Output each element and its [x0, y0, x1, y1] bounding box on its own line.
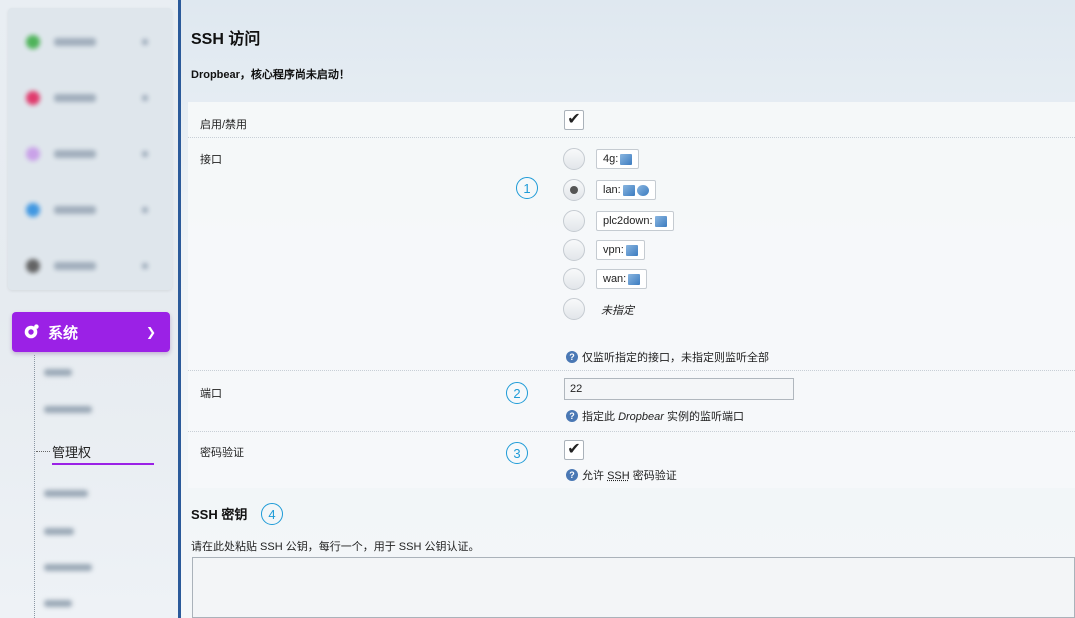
unspecified-label: 未指定: [601, 305, 634, 317]
submenu-item-blurred[interactable]: [44, 488, 88, 498]
submenu-item-blurred[interactable]: [44, 404, 92, 414]
enable-checkbox[interactable]: ✔: [564, 110, 584, 130]
settings-icon: [26, 203, 40, 217]
sidebar-item-blurred[interactable]: [14, 134, 164, 174]
misc-icon: [26, 259, 40, 273]
wireless-icon: [636, 184, 649, 196]
sidebar-menu-group: [8, 8, 172, 290]
interface-tag-4g: 4g:: [596, 149, 640, 169]
row-divider: [188, 370, 1075, 371]
interface-radio-vpn[interactable]: [563, 239, 585, 261]
annotation-marker: 4: [261, 503, 283, 525]
port-label: 端口: [200, 388, 222, 400]
password-help: ? 允许 SSH 密码验证: [566, 467, 677, 483]
submenu-item-blurred[interactable]: [44, 526, 74, 536]
interface-help: ? 仅监听指定的接口，未指定则监听全部: [566, 349, 769, 365]
submenu-item-blurred[interactable]: [44, 562, 92, 572]
annotation-marker: 2: [506, 382, 528, 404]
sidebar-item-blurred[interactable]: [14, 22, 164, 62]
page-title: SSH 访问: [191, 31, 261, 48]
network-device-icon: [628, 273, 641, 285]
help-icon: ?: [566, 351, 578, 363]
status-icon: [26, 35, 40, 49]
interface-radio-4g[interactable]: [563, 148, 585, 170]
chevron-down-icon: ❯: [145, 325, 156, 339]
interface-tag-lan: lan:: [596, 180, 656, 200]
ssh-keys-description: 请在此处粘贴 SSH 公钥，每行一个，用于 SSH 公钥认证。: [191, 541, 480, 553]
submenu-item-blurred[interactable]: [44, 598, 72, 608]
help-icon: ?: [566, 469, 578, 481]
sidebar: 系统 ❯ 管理权: [0, 0, 178, 618]
network-device-icon: [622, 184, 635, 196]
status-notice: Dropbear，核心程序尚未启动！: [191, 69, 350, 81]
ssh-keys-textarea[interactable]: [192, 557, 1075, 618]
tree-line: [34, 355, 36, 618]
network-device-icon: [620, 153, 633, 165]
sidebar-item-blurred[interactable]: [14, 246, 164, 286]
sidebar-item-blurred[interactable]: [14, 78, 164, 118]
main-content: SSH 访问 Dropbear，核心程序尚未启动！ 启用/禁用 ✔ 接口 4g:…: [181, 0, 1075, 618]
annotation-marker: 3: [506, 442, 528, 464]
sidebar-system-label: 系统: [48, 324, 79, 342]
interface-label: 接口: [200, 154, 222, 166]
annotation-marker: 1: [516, 177, 538, 199]
interface-tag-plc2down: plc2down:: [596, 211, 674, 231]
port-input[interactable]: [564, 378, 794, 400]
interface-tag-wan: wan:: [596, 269, 648, 289]
ssh-keys-title: SSH 密钥: [191, 507, 248, 522]
row-divider: [188, 137, 1075, 138]
help-icon: ?: [566, 410, 578, 422]
interface-radio-wan[interactable]: [563, 268, 585, 290]
interface-radio-unspecified[interactable]: [563, 298, 585, 320]
network-icon: [26, 147, 40, 161]
row-divider: [188, 431, 1075, 432]
sidebar-item-system[interactable]: 系统 ❯: [12, 312, 170, 352]
interface-radio-lan[interactable]: [563, 179, 585, 201]
password-auth-checkbox[interactable]: ✔: [564, 440, 584, 460]
interface-tag-vpn: vpn:: [596, 240, 645, 260]
submenu-item-blurred[interactable]: [44, 367, 72, 377]
service-icon: [26, 91, 40, 105]
network-device-icon: [625, 244, 638, 256]
password-auth-label: 密码验证: [200, 447, 244, 459]
sidebar-item-blurred[interactable]: [14, 190, 164, 230]
enable-label: 启用/禁用: [200, 119, 248, 131]
interface-radio-plc2down[interactable]: [563, 210, 585, 232]
network-device-icon: [654, 215, 667, 227]
submenu-item-label: 管理权: [52, 445, 92, 460]
port-help: ? 指定此 Dropbear 实例的监听端口: [566, 408, 744, 424]
gear-icon: [24, 324, 39, 339]
